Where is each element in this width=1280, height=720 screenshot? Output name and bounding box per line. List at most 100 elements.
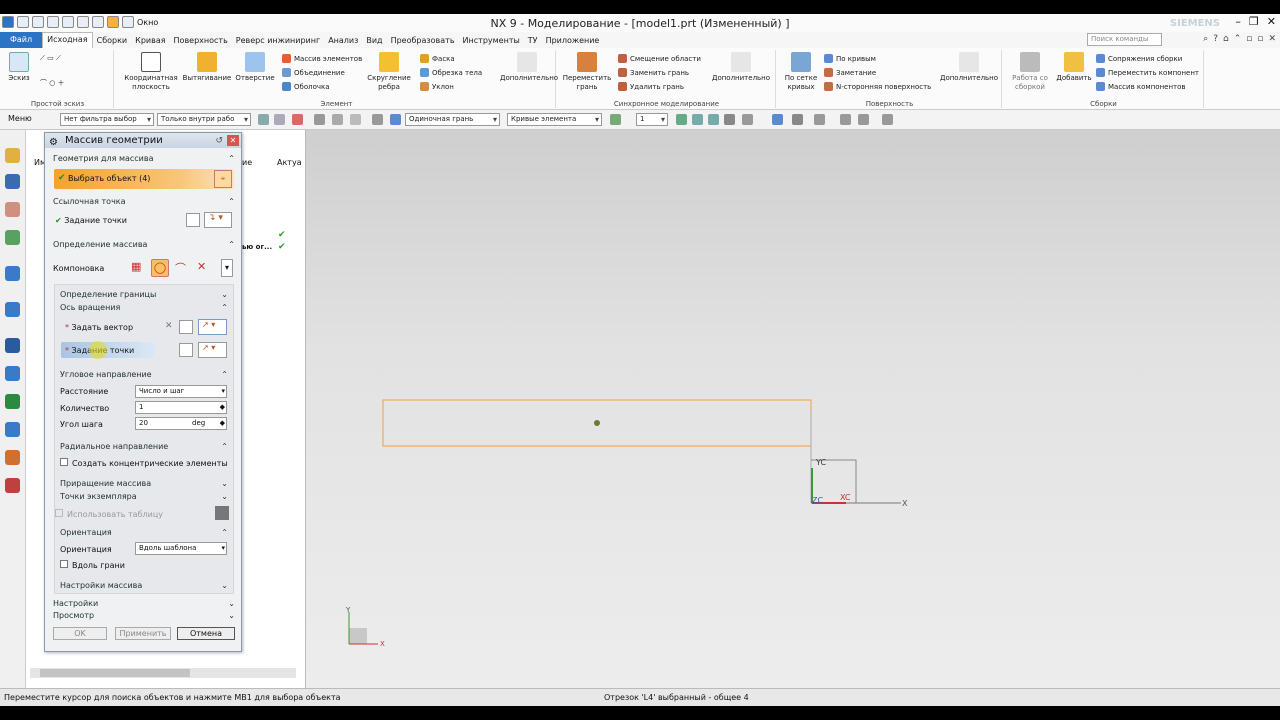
tab-view[interactable]: Вид: [362, 36, 386, 45]
point-dialog-icon[interactable]: [186, 213, 200, 227]
cancel-button[interactable]: Отмена: [177, 627, 235, 640]
spacing-select[interactable]: Число и шаг ▾: [135, 385, 227, 398]
vector-dialog-icon[interactable]: [179, 320, 193, 334]
select-object-bar[interactable]: ✔ Выбрать объект (4) ⌖: [54, 169, 234, 189]
radial-direction-row[interactable]: Радиальное направление ⌃: [60, 441, 228, 452]
curve-rule-select[interactable]: Кривые элемента: [507, 113, 602, 126]
point-dialog2-icon[interactable]: [179, 343, 193, 357]
pattern-settings-row[interactable]: Настройки массива ⌄: [60, 580, 228, 591]
horizontal-scrollbar[interactable]: [30, 668, 296, 678]
select-all-icon[interactable]: [274, 114, 285, 125]
close-doc-icon[interactable]: ✕: [1268, 34, 1276, 44]
boundary-definition-row[interactable]: Определение границы ⌄: [60, 289, 228, 300]
selection-scope-select[interactable]: Только внутри рабо: [157, 113, 251, 126]
concentric-checkbox-row[interactable]: Создать концентрические элементы: [60, 458, 228, 468]
model-canvas[interactable]: [306, 130, 1280, 688]
constraint-navigator-icon[interactable]: [5, 174, 20, 189]
feature-more-button[interactable]: Дополнительно: [500, 52, 558, 83]
zoom-icon[interactable]: [814, 114, 825, 125]
count-input[interactable]: 1 ◆: [135, 401, 227, 414]
tab-analysis[interactable]: Анализ: [324, 36, 362, 45]
along-face-checkbox[interactable]: [60, 560, 68, 568]
render-style-icon[interactable]: [772, 114, 783, 125]
search-icon[interactable]: ⌕: [1203, 34, 1208, 44]
section-geometry[interactable]: Геометрия для массива ⌃: [53, 153, 235, 164]
history-icon[interactable]: [5, 302, 20, 317]
maximize-icon[interactable]: ❐: [1249, 15, 1259, 28]
fit-icon[interactable]: [882, 114, 893, 125]
offset-region-button[interactable]: Смещение области: [618, 54, 701, 63]
tab-surface[interactable]: Поверхность: [170, 36, 232, 45]
chevron-down-icon[interactable]: ⌄: [221, 491, 228, 502]
lasso-icon[interactable]: [332, 114, 343, 125]
rect-select-icon[interactable]: [350, 114, 361, 125]
extrude-button[interactable]: Вытягивание: [182, 52, 232, 83]
along-face-row[interactable]: Вдоль грани: [60, 560, 125, 570]
part-navigator-icon[interactable]: [5, 202, 20, 217]
min-icon[interactable]: ▫: [1246, 34, 1252, 44]
chevron-up-icon[interactable]: ⌃: [228, 196, 235, 207]
pattern-increment-row[interactable]: Приращение массива ⌄: [60, 478, 228, 489]
surface-more-button[interactable]: Дополнительно: [938, 52, 1000, 83]
manufacturing-wizard-icon[interactable]: [5, 422, 20, 437]
pitch-menu-icon[interactable]: ◆: [220, 418, 225, 429]
orientation-select[interactable]: Вдоль шаблона ▾: [135, 542, 227, 555]
ok-button[interactable]: OK: [53, 627, 107, 640]
replace-face-button[interactable]: Заменить грань: [618, 68, 689, 77]
chamfer-button[interactable]: Фаска: [420, 54, 455, 63]
chevron-up-icon[interactable]: ⌃: [221, 527, 228, 538]
scrollbar-thumb[interactable]: [40, 669, 190, 677]
swept-button[interactable]: Заметание: [824, 68, 876, 77]
close-icon[interactable]: ✕: [1267, 15, 1276, 28]
datum-plane-button[interactable]: Координатная плоскость: [122, 52, 180, 92]
tab-transform[interactable]: Преобразовать: [387, 36, 459, 45]
sync-more-button[interactable]: Дополнительно: [708, 52, 774, 83]
system-materials-icon[interactable]: [5, 366, 20, 381]
snap-point-icon[interactable]: [676, 114, 687, 125]
assembly-constraints-button[interactable]: Сопряжения сборки: [1096, 54, 1182, 63]
pitch-angle-input[interactable]: 20 deg ◆: [135, 417, 227, 430]
assembly-navigator-icon[interactable]: [5, 148, 20, 163]
face-rule-select[interactable]: Одиночная грань: [405, 113, 500, 126]
tab-assemblies[interactable]: Сборки: [93, 36, 132, 45]
chevron-up-icon[interactable]: ⌃: [221, 302, 228, 313]
arc-tool-icon[interactable]: ⌒ ○ ＋: [40, 78, 65, 88]
chevron-down-icon[interactable]: ⌄: [228, 610, 235, 621]
trim-body-button[interactable]: Обрезка тела: [420, 68, 482, 77]
command-search-input[interactable]: Поиск команды: [1087, 33, 1162, 46]
preview-row[interactable]: Просмотр ⌄: [53, 610, 235, 621]
reuse-library-icon[interactable]: [5, 230, 20, 245]
tab-tools[interactable]: Инструменты: [459, 36, 524, 45]
close-icon[interactable]: ✕: [227, 135, 239, 146]
circular-layout-icon[interactable]: ◯: [151, 259, 169, 277]
sketch-button[interactable]: Эскиз: [4, 52, 34, 83]
reset-icon[interactable]: ↺: [215, 134, 223, 149]
collapse-icon[interactable]: ⌃: [1234, 34, 1242, 44]
chevron-up-icon[interactable]: ⌃: [221, 369, 228, 380]
move-component-button[interactable]: Переместить компонент: [1096, 68, 1199, 77]
layout-dropdown[interactable]: ▾: [221, 259, 233, 277]
n-sided-button[interactable]: N-сторонняя поверхность: [824, 82, 931, 91]
move-face-button[interactable]: Переместить грань: [560, 52, 614, 92]
specify-point-row[interactable]: ✔ Задание точки: [55, 216, 127, 225]
roles-icon[interactable]: [5, 450, 20, 465]
process-studio-icon[interactable]: [5, 394, 20, 409]
add-component-button[interactable]: Добавить: [1054, 52, 1094, 83]
stop-at-intersection-icon[interactable]: [610, 114, 621, 125]
angular-direction-row[interactable]: Угловое направление ⌃: [60, 369, 228, 380]
tab-home[interactable]: Исходная: [42, 32, 93, 48]
web-browser-icon[interactable]: [5, 266, 20, 281]
crosshair-icon[interactable]: ⌖: [214, 170, 232, 188]
midpoint-icon[interactable]: [708, 114, 719, 125]
point-type-dropdown[interactable]: ↴ ▾: [204, 212, 232, 228]
component-select-icon[interactable]: [372, 114, 383, 125]
help-icon[interactable]: ?: [1213, 34, 1218, 44]
draft-button[interactable]: Уклон: [420, 82, 454, 91]
work-assembly-button[interactable]: Работа со сборкой: [1006, 52, 1054, 92]
main-menu-button[interactable]: Меню: [8, 114, 32, 123]
system-scene-icon[interactable]: [5, 478, 20, 493]
navigator-item[interactable]: ью ог...: [242, 243, 272, 251]
polygon-layout-icon[interactable]: ⌒: [175, 260, 186, 276]
restore-icon[interactable]: ▫: [1257, 34, 1263, 44]
point-type2-dropdown[interactable]: ↗ ▾: [198, 342, 227, 358]
